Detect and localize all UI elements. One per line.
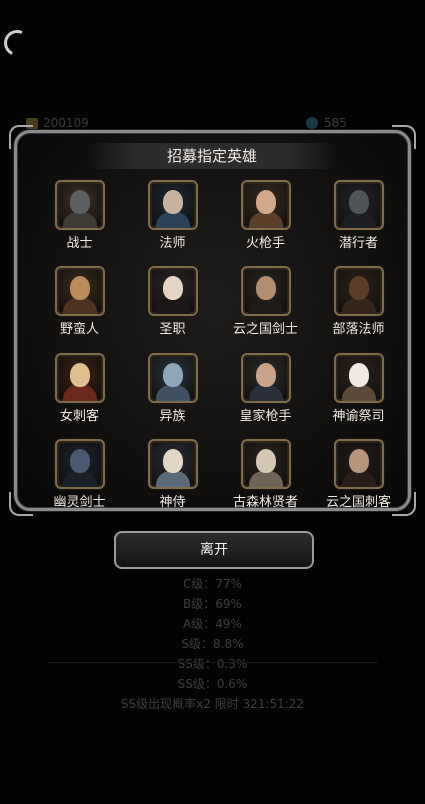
hero-card[interactable]: 部落法师 (312, 266, 405, 346)
hero-card[interactable]: 神谕祭司 (312, 353, 405, 433)
rate-line: S级：8.8% (181, 637, 244, 651)
hero-name: 圣职 (159, 322, 186, 337)
hero-name: 古森林贤者 (232, 495, 298, 510)
hero-portrait-icon (333, 439, 384, 489)
hero-portrait-icon (54, 180, 105, 230)
hero-name: 云之国剑士 (232, 322, 298, 337)
hero-portrait-icon (240, 353, 291, 403)
rate-line: SS级：0.6% (177, 677, 248, 691)
hero-name: 部落法师 (332, 322, 385, 337)
hero-card[interactable]: 神侍 (126, 439, 219, 519)
rarity-rates: C级：77% B级：69% A级：49% S级：8.8% SS级：0.3% SS级：0.6… (0, 574, 425, 714)
hero-card[interactable]: 圣职 (126, 266, 219, 346)
hero-portrait-icon (54, 353, 105, 403)
hero-portrait-icon (54, 439, 105, 489)
hero-portrait-icon (240, 439, 291, 489)
hero-portrait-icon (333, 266, 384, 316)
hero-card[interactable]: 幽灵剑士 (33, 439, 126, 519)
hero-portrait-icon (147, 353, 198, 403)
hero-card[interactable]: 古森林贤者 (219, 439, 312, 519)
hero-name: 野蛮人 (59, 322, 99, 337)
hero-portrait-icon (333, 180, 384, 230)
rate-line: A级：49% (183, 617, 242, 631)
hero-name: 火枪手 (245, 236, 285, 251)
hero-card[interactable]: 野蛮人 (33, 266, 126, 346)
hero-card[interactable]: 潜行者 (312, 180, 405, 260)
hero-portrait-icon (240, 266, 291, 316)
divider (48, 662, 378, 663)
hero-name: 法师 (159, 236, 186, 251)
hero-grid: 战士 法师 火枪手 潜行者野蛮人 圣职 云之国剑士 部落法师女刺客 异族 皇家枪手 神谕祭司幽灵剑… (17, 133, 408, 510)
rate-line: B级：69% (183, 597, 242, 611)
rate-line: SS级出现概率x2 限时 321:51:22 (120, 697, 305, 711)
hero-name: 潜行者 (338, 236, 378, 251)
gem-icon (306, 117, 318, 129)
hero-name: 女刺客 (59, 409, 99, 424)
hero-name: 神侍 (159, 495, 186, 510)
hero-card[interactable]: 女刺客 (33, 353, 126, 433)
hero-portrait-icon (147, 180, 198, 230)
hero-name: 皇家枪手 (239, 409, 292, 424)
hero-card[interactable]: 皇家枪手 (219, 353, 312, 433)
hero-card[interactable]: 火枪手 (219, 180, 312, 260)
hero-card[interactable]: 战士 (33, 180, 126, 260)
hero-name: 云之国刺客 (325, 495, 391, 510)
hero-portrait-icon (54, 266, 105, 316)
hero-name: 幽灵剑士 (53, 495, 106, 510)
hero-card[interactable]: 云之国剑士 (219, 266, 312, 346)
hero-name: 战士 (66, 236, 93, 251)
rate-line: C级：77% (182, 577, 243, 591)
hero-portrait-icon (147, 266, 198, 316)
gold-amount: 200109 (43, 116, 89, 130)
gem-amount: 585 (324, 116, 347, 130)
gold-counter: 200109 (26, 116, 89, 130)
leave-button[interactable]: 离开 (114, 531, 314, 569)
hero-name: 神谕祭司 (332, 409, 385, 424)
hero-card[interactable]: 异族 (126, 353, 219, 433)
rate-line: SS级：0.3% (177, 657, 248, 671)
hero-name: 异族 (159, 409, 186, 424)
recruit-hero-panel: 招募指定英雄 战士 法师 火枪手 潜行者 野蛮人 圣职 云之国剑士 部落法师 女刺客 异族 皇家枪手… (9, 125, 416, 516)
hero-portrait-icon (147, 439, 198, 489)
gem-counter: 585 (306, 116, 347, 130)
hero-portrait-icon (240, 180, 291, 230)
hero-card[interactable]: 云之国刺客 (312, 439, 405, 519)
hero-portrait-icon (333, 353, 384, 403)
hero-card[interactable]: 法师 (126, 180, 219, 260)
